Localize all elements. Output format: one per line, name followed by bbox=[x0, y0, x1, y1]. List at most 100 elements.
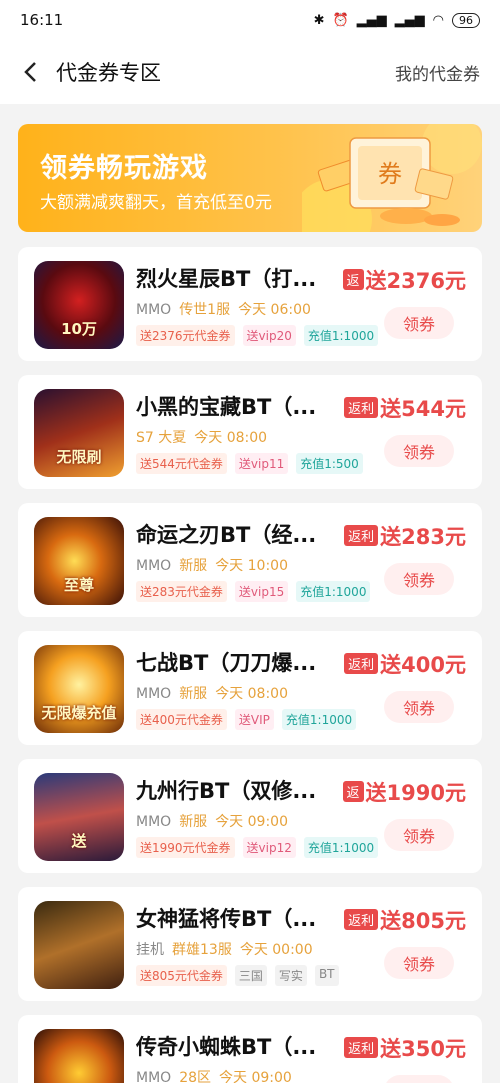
battery-icon: 96 bbox=[452, 12, 480, 28]
game-icon[interactable]: 10万 bbox=[34, 261, 124, 349]
game-tag: BT bbox=[314, 965, 339, 986]
game-tag: 送283元代金券 bbox=[136, 581, 227, 602]
claim-coupon-button[interactable]: 领券 bbox=[384, 819, 454, 851]
game-server: 新服 bbox=[179, 558, 208, 574]
game-server: S7 大夏 bbox=[136, 430, 187, 446]
game-tag: 送vip11 bbox=[234, 453, 289, 474]
game-icon-caption: 至尊 bbox=[63, 576, 94, 594]
signal-icon: ▂▄▆ bbox=[356, 12, 387, 28]
coupon-amount: 送2376元 bbox=[365, 269, 466, 293]
game-server: 新服 bbox=[179, 814, 208, 830]
page-title: 代金券专区 bbox=[56, 61, 161, 85]
coupon-amount: 送400元 bbox=[380, 653, 466, 677]
game-meta: MMO 新服 今天 09:00 bbox=[136, 811, 288, 831]
game-server: 28区 bbox=[179, 1070, 212, 1083]
game-card[interactable]: 女神猛将传BT（... 挂机 群雄13服 今天 00:00 送805元代金券 三国 写实 BT… bbox=[18, 887, 482, 1001]
claim-coupon-button[interactable]: 领券 bbox=[384, 307, 454, 339]
header: 代金券专区 我的代金券 bbox=[0, 40, 500, 104]
my-coupons-link[interactable]: 我的代金券 bbox=[395, 60, 480, 85]
game-name: 小黑的宝藏BT（... bbox=[136, 395, 317, 419]
rebate-badge: 返利 bbox=[344, 397, 379, 418]
game-tag: 充值1:1000 bbox=[303, 837, 379, 858]
coupon-amount: 送350元 bbox=[380, 1037, 466, 1061]
game-server: 群雄13服 bbox=[172, 942, 232, 958]
game-type: MMO bbox=[136, 558, 172, 574]
game-tag: 送2376元代金券 bbox=[136, 325, 235, 346]
coupon-ticket-icon: 券 bbox=[302, 124, 482, 232]
game-type: MMO bbox=[136, 686, 172, 702]
game-tags: 送2376元代金券 送vip20 充值1:1000 bbox=[136, 325, 379, 346]
game-name: 七战BT（刀刀爆... bbox=[136, 651, 317, 675]
game-tag: 充值1:1000 bbox=[296, 581, 371, 602]
game-icon[interactable]: 无限刷 bbox=[34, 389, 124, 477]
game-tag: 送544元代金券 bbox=[136, 453, 227, 474]
game-type: MMO bbox=[136, 814, 172, 830]
game-server: 传世1服 bbox=[179, 302, 231, 318]
promo-banner[interactable]: 领券畅玩游戏 大额满减爽翻天，首充低至0元 券 bbox=[18, 124, 482, 232]
rebate-badge: 返利 bbox=[344, 653, 379, 674]
rebate-badge: 返 bbox=[342, 269, 364, 290]
game-tag: 送vip15 bbox=[234, 581, 289, 602]
game-icon[interactable] bbox=[34, 901, 124, 989]
game-tag: 送vip20 bbox=[242, 325, 296, 346]
game-tags: 送544元代金券 送vip11 充值1:500 bbox=[136, 453, 363, 474]
game-tag: 充值1:500 bbox=[296, 453, 363, 474]
game-open-time: 今天 10:00 bbox=[215, 558, 288, 574]
banner-title: 领券畅玩游戏 bbox=[40, 153, 208, 184]
game-icon[interactable]: 至尊 bbox=[34, 517, 124, 605]
rebate-badge: 返 bbox=[342, 781, 364, 802]
game-open-time: 今天 09:00 bbox=[215, 814, 288, 830]
rebate-badge: 返利 bbox=[344, 909, 379, 930]
game-card[interactable]: 无限爆充值 七战BT（刀刀爆... MMO 新服 今天 08:00 送400元代金券 送VI… bbox=[18, 631, 482, 745]
game-icon-caption: 送 bbox=[71, 832, 87, 850]
claim-coupon-button[interactable]: 领券 bbox=[384, 1075, 454, 1083]
game-meta: MMO 28区 今天 09:00 bbox=[136, 1067, 292, 1083]
coupon-amount: 送544元 bbox=[380, 397, 466, 421]
rebate-badge: 返利 bbox=[344, 1037, 379, 1058]
back-button[interactable] bbox=[18, 59, 44, 85]
game-type: MMO bbox=[136, 302, 172, 318]
bluetooth-icon: ✱ bbox=[313, 12, 325, 28]
coupon-amount: 送1990元 bbox=[365, 781, 466, 805]
game-tag: 三国 bbox=[234, 965, 267, 986]
game-card[interactable]: 送 九州行BT（双修... MMO 新服 今天 09:00 送1990元代金券 送vip12… bbox=[18, 759, 482, 873]
chevron-left-icon bbox=[24, 62, 36, 82]
game-tags: 送1990元代金券 送vip12 充值1:1000 bbox=[136, 837, 379, 858]
game-icon-caption: 无限刷 bbox=[56, 448, 102, 466]
claim-coupon-button[interactable]: 领券 bbox=[384, 691, 454, 723]
game-type: 挂机 bbox=[136, 942, 164, 958]
rebate-badge: 返利 bbox=[344, 525, 379, 546]
claim-coupon-button[interactable]: 领券 bbox=[384, 563, 454, 595]
game-name: 命运之刃BT（经... bbox=[136, 523, 317, 547]
game-tag: 充值1:1000 bbox=[281, 709, 357, 730]
game-name: 女神猛将传BT（... bbox=[136, 907, 317, 931]
game-type: MMO bbox=[136, 1070, 172, 1083]
game-meta: MMO 新服 今天 10:00 bbox=[136, 555, 288, 575]
wifi-icon: ◠ bbox=[432, 12, 444, 28]
game-tag: 送805元代金券 bbox=[136, 965, 227, 986]
game-icon-caption: 无限爆充值 bbox=[41, 704, 117, 722]
game-tag: 送1990元代金券 bbox=[136, 837, 235, 858]
game-card[interactable]: 无限刷 小黑的宝藏BT（... S7 大夏 今天 08:00 送544元代金券 送vip1… bbox=[18, 375, 482, 489]
ticket-text: 券 bbox=[378, 160, 402, 188]
game-tags: 送283元代金券 送vip15 充值1:1000 bbox=[136, 581, 371, 602]
claim-coupon-button[interactable]: 领券 bbox=[384, 435, 454, 467]
status-icons: ✱ ⏰ ▂▄▆ ▂▄▆ ◠ 96 bbox=[313, 12, 480, 28]
game-card[interactable]: 至尊 命运之刃BT（经... MMO 新服 今天 10:00 送283元代金券 送vip15… bbox=[18, 503, 482, 617]
game-tag: 充值1:1000 bbox=[303, 325, 379, 346]
status-bar: 16:11 ✱ ⏰ ▂▄▆ ▂▄▆ ◠ 96 bbox=[0, 0, 500, 40]
claim-coupon-button[interactable]: 领券 bbox=[384, 947, 454, 979]
game-meta: S7 大夏 今天 08:00 bbox=[136, 427, 267, 447]
signal-hd-icon: ▂▄▆ bbox=[394, 12, 425, 28]
game-icon[interactable] bbox=[34, 1029, 124, 1083]
game-tags: 送400元代金券 送VIP 充值1:1000 bbox=[136, 709, 357, 730]
game-icon[interactable]: 送 bbox=[34, 773, 124, 861]
game-meta: MMO 新服 今天 08:00 bbox=[136, 683, 288, 703]
game-tag: 送400元代金券 bbox=[136, 709, 227, 730]
game-tag: 送vip12 bbox=[242, 837, 296, 858]
game-open-time: 今天 08:00 bbox=[194, 430, 268, 446]
game-icon[interactable]: 无限爆充值 bbox=[34, 645, 124, 733]
game-card[interactable]: 传奇小蜘蛛BT（... MMO 28区今天 09:00 送350元返利领券 bbox=[18, 1015, 482, 1083]
game-card[interactable]: 10万 烈火星辰BT（打... MMO 传世1服 今天 06:00 送2376元代金券 送v… bbox=[18, 247, 482, 361]
status-time: 16:11 bbox=[20, 11, 64, 29]
